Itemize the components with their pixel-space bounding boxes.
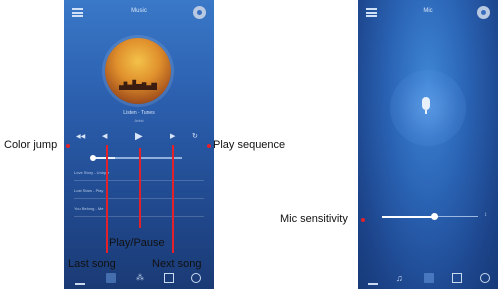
play-pause-pointer-line [139, 148, 141, 228]
tab-mode-icon[interactable] [164, 273, 174, 283]
top-bar: Mic [358, 0, 498, 26]
tab-equalizer-icon[interactable] [368, 273, 378, 285]
play-sequence-button[interactable]: ↻ [192, 130, 198, 144]
top-bar: Music [64, 0, 214, 26]
play-sequence-label: Play sequence [213, 139, 286, 151]
tab-music-icon[interactable]: ♫ [396, 273, 406, 283]
tab-mic-icon[interactable] [424, 273, 434, 283]
slider-end-icon: ↕ [484, 212, 487, 218]
color-jump-label: Color jump [4, 139, 58, 151]
song-title: Listen · Tunes [123, 110, 155, 116]
screen-title: Music [131, 8, 147, 14]
color-jump-button[interactable]: ◀◀ [76, 130, 85, 144]
settings-icon[interactable] [477, 6, 490, 19]
tab-timer-icon[interactable] [191, 273, 201, 283]
tab-library-icon[interactable] [106, 273, 116, 283]
play-sequence-pointer [207, 144, 211, 148]
tab-effects-icon[interactable]: ⁂ [136, 273, 146, 283]
mic-sensitivity-fill [382, 215, 435, 218]
mic-sensitivity-slider[interactable] [382, 213, 478, 220]
play-pause-button[interactable]: ▶ [135, 130, 143, 144]
song-subtitle: Artist [134, 118, 144, 123]
mic-sensitivity-pointer [361, 218, 365, 222]
color-jump-pointer [66, 144, 70, 148]
playback-controls: ◀◀ ◀ ▶ ▶ ↻ [64, 130, 214, 144]
play-pause-label: Play/Pause [109, 237, 165, 249]
tab-music-icon[interactable] [75, 273, 85, 285]
last-song-pointer-line [106, 145, 108, 253]
next-song-button[interactable]: ▶ [170, 130, 175, 144]
next-song-pointer-line [172, 145, 174, 253]
last-song-label: Last song [68, 258, 116, 270]
album-art [105, 38, 171, 104]
mic-screen: Mic ↕ ♫ [358, 0, 498, 289]
settings-icon[interactable] [193, 6, 206, 19]
last-song-button[interactable]: ◀ [102, 130, 107, 144]
mic-sensitivity-label: Mic sensitivity [280, 213, 348, 225]
microphone-icon [422, 97, 430, 114]
album-art-skyline [119, 79, 157, 90]
song-progress-knob[interactable] [90, 155, 96, 161]
bottom-tab-bar: ♫ [358, 267, 498, 289]
next-song-label: Next song [152, 258, 202, 270]
mic-sensitivity-knob[interactable] [431, 213, 439, 220]
tab-timer-icon[interactable] [480, 273, 490, 283]
tab-mode-icon[interactable] [452, 273, 462, 283]
bottom-tab-bar: ⁂ [64, 267, 214, 289]
